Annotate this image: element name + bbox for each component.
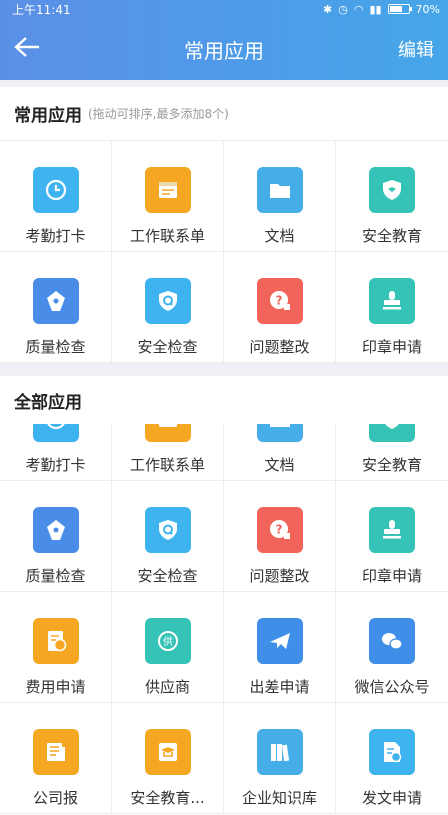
page-title: 常用应用 (184, 38, 264, 63)
shield-q-icon (144, 278, 191, 324)
app-label: 安全教育 (361, 227, 422, 245)
back-arrow-icon[interactable] (14, 35, 54, 63)
app-label: 出差申请 (249, 678, 310, 696)
graduation-icon (144, 729, 191, 775)
document-send-icon (369, 729, 415, 775)
app-tile[interactable]: 考勤打卡 (0, 424, 112, 481)
yen-doc-icon (32, 618, 79, 664)
app-tile[interactable]: 费用申请 (0, 592, 112, 703)
app-tile[interactable]: 发文申请 (336, 703, 448, 814)
app-label: 考勤打卡 (25, 227, 86, 245)
newspaper-icon (32, 729, 79, 775)
folder-icon (256, 424, 303, 442)
status-icons: ✱ ◷ ◠ ▮▮ 70% (323, 3, 440, 16)
app-tile[interactable]: 安全教育 (336, 141, 448, 252)
signal-icon: ▮▮ (369, 2, 382, 16)
battery-percent: 70% (415, 2, 440, 16)
app-label: 文档 (264, 227, 295, 245)
app-tile[interactable]: 微信公众号 (336, 592, 448, 703)
app-label: 工作联系单 (129, 456, 205, 474)
question-icon: ? (256, 278, 303, 324)
app-tile[interactable]: 文档 (224, 141, 336, 252)
app-label: 质量检查 (25, 338, 86, 356)
app-label: 印章申请 (361, 338, 422, 356)
app-tile[interactable]: 考勤打卡 (0, 141, 112, 252)
clock-icon (32, 424, 79, 442)
app-tile[interactable]: 公司报 (0, 703, 112, 814)
app-tile[interactable]: ? 问题整改 (224, 481, 336, 592)
svg-text:供: 供 (163, 635, 173, 648)
battery-icon (387, 4, 412, 14)
app-label: 微信公众号 (354, 678, 430, 696)
app-label: 安全教育... (130, 789, 205, 807)
svg-text:?: ? (275, 294, 282, 308)
calendar-icon (144, 167, 191, 213)
app-label: 供应商 (144, 678, 190, 696)
app-label: 问题整改 (249, 567, 310, 585)
app-tile[interactable]: 安全教育 (336, 424, 448, 481)
favorites-hint: (拖动可排序,最多添加8个) (88, 107, 229, 121)
bluetooth-icon: ✱ (323, 2, 333, 16)
tag-icon (32, 507, 79, 553)
app-label: 安全检查 (137, 567, 198, 585)
favorites-section: 常用应用 (拖动可排序,最多添加8个) 考勤打卡 工作联系单 文档 安全教育质量检查 安… (0, 87, 448, 363)
folder-icon (256, 167, 303, 213)
edit-button[interactable]: 编辑 (398, 36, 434, 62)
calendar-icon (144, 424, 191, 442)
clock-icon (32, 167, 79, 213)
app-tile[interactable]: 安全教育... (112, 703, 224, 814)
shield-icon (369, 167, 415, 213)
status-time: 上午11:41 (12, 2, 71, 17)
header-bar: 上午11:41 ✱ ◷ ◠ ▮▮ 70% 常用应用 编辑 (0, 0, 448, 80)
alarm-icon: ◷ (338, 2, 348, 16)
app-tile[interactable]: 质量检查 (0, 481, 112, 592)
question-icon: ? (256, 507, 303, 553)
books-icon (256, 729, 303, 775)
tag-icon (32, 278, 79, 324)
stamp-icon (369, 278, 415, 324)
status-bar: 上午11:41 ✱ ◷ ◠ ▮▮ 70% (0, 0, 448, 18)
app-label: 发文申请 (361, 789, 422, 807)
app-tile[interactable]: 印章申请 (336, 252, 448, 363)
all-apps-scroll[interactable]: 考勤打卡 工作联系单 文档 安全教育 质量检查 安全检查? 问题整改 印章申请 费用申请 供供应商… (0, 424, 448, 815)
app-tile[interactable]: 安全检查 (112, 481, 224, 592)
app-tile[interactable]: 供供应商 (112, 592, 224, 703)
app-label: 文档 (264, 456, 295, 474)
app-tile[interactable]: 印章申请 (336, 481, 448, 592)
app-tile[interactable]: 质量检查 (0, 252, 112, 363)
app-label: 安全检查 (137, 338, 198, 356)
app-tile[interactable]: 工作联系单 (112, 424, 224, 481)
app-label: 问题整改 (249, 338, 310, 356)
shield-q-icon (144, 507, 191, 553)
wechat-icon (369, 618, 415, 664)
app-label: 印章申请 (361, 567, 422, 585)
app-tile[interactable]: 企业知识库 (224, 703, 336, 814)
app-tile[interactable]: 文档 (224, 424, 336, 481)
favorites-title: 常用应用 (14, 106, 82, 126)
app-label: 质量检查 (25, 567, 86, 585)
favorites-header: 常用应用 (拖动可排序,最多添加8个) (0, 87, 448, 141)
nav-bar: 常用应用 编辑 (0, 18, 448, 80)
app-label: 费用申请 (25, 678, 86, 696)
app-tile[interactable]: 出差申请 (224, 592, 336, 703)
favorites-grid: 考勤打卡 工作联系单 文档 安全教育 质量检查 安全检查? 问题整改 印章申请 (0, 141, 448, 363)
all-apps-grid: 考勤打卡 工作联系单 文档 安全教育 质量检查 安全检查? 问题整改 印章申请 费用申请 供供应商… (0, 424, 448, 814)
app-label: 企业知识库 (241, 789, 317, 807)
all-apps-header: 全部应用 (0, 376, 448, 424)
app-label: 公司报 (32, 789, 78, 807)
app-label: 安全教育 (361, 456, 422, 474)
wifi-icon: ◠ (353, 2, 364, 16)
app-tile[interactable]: 工作联系单 (112, 141, 224, 252)
app-tile[interactable]: 安全检查 (112, 252, 224, 363)
app-label: 工作联系单 (129, 227, 205, 245)
airplane-icon (256, 618, 303, 664)
app-label: 考勤打卡 (25, 456, 86, 474)
svg-text:?: ? (275, 523, 282, 537)
stamp-icon (369, 507, 415, 553)
shield-icon (369, 424, 415, 442)
all-apps-title: 全部应用 (14, 392, 82, 413)
supplier-icon: 供 (144, 618, 191, 664)
app-tile[interactable]: ? 问题整改 (224, 252, 336, 363)
